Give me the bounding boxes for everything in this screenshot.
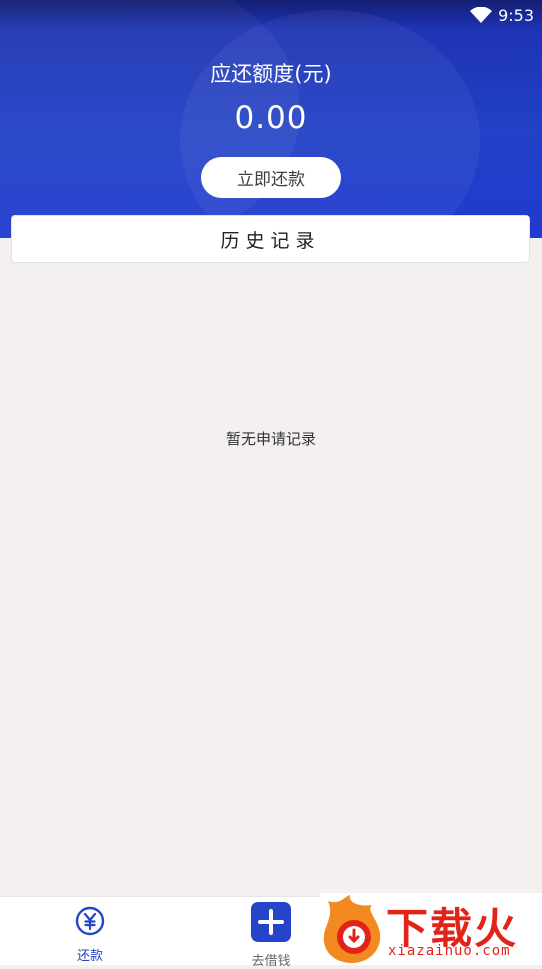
watermark-logo: 下载火 xiazaihuo.com: [320, 893, 542, 964]
status-bar-shade: [0, 0, 542, 28]
history-header[interactable]: 历史记录: [11, 215, 530, 263]
plus-square-icon: [251, 902, 291, 946]
tab-repay-label: 还款: [76, 949, 103, 964]
wifi-icon: [470, 7, 493, 23]
status-bar: 9:53: [470, 4, 534, 26]
amount-title: 应还额度(元): [210, 62, 332, 86]
watermark-url: xiazaihuo.com: [388, 943, 511, 959]
tab-repay[interactable]: 还款: [30, 897, 150, 965]
empty-state-text: 暂无申请记录: [225, 430, 316, 448]
tab-borrow[interactable]: 去借钱: [211, 897, 331, 969]
repay-now-button[interactable]: 立即还款: [201, 157, 341, 198]
tab-borrow-label: 去借钱: [251, 954, 291, 969]
status-time: 9:53: [498, 5, 534, 25]
amount-value: 0.00: [234, 100, 308, 136]
history-title: 历史记录: [220, 229, 321, 252]
header-banner: 9:53 应还额度(元) 0.00 立即还款: [0, 0, 542, 238]
yen-circle-icon: [75, 906, 105, 940]
